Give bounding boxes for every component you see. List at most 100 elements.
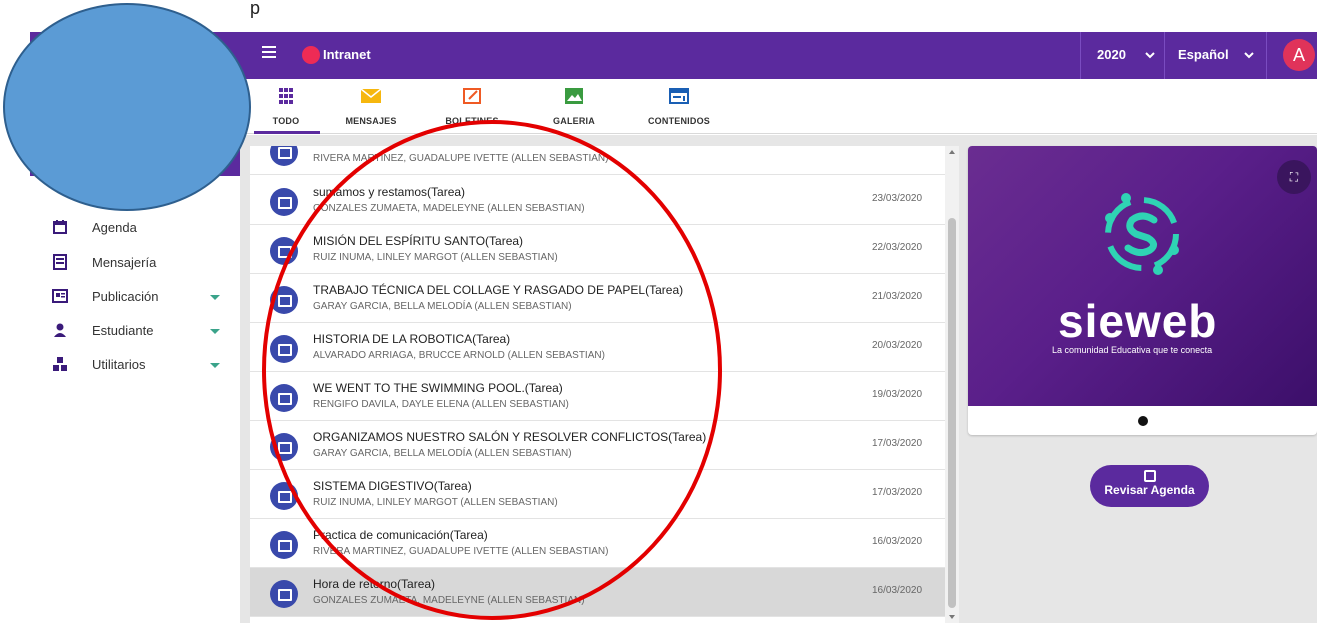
fullscreen-icon[interactable]: ⛶ xyxy=(1277,160,1311,194)
chevron-down-icon[interactable] xyxy=(1144,49,1156,61)
list-item[interactable]: Hora de retorno(Tarea) GONZALES ZUMAETA,… xyxy=(250,568,945,617)
envelope-icon xyxy=(360,88,382,103)
sidebar-item-mensajeria[interactable]: Mensajería xyxy=(52,252,156,272)
item-title: TRABAJO TÉCNICA DEL COLLAGE Y RASGADO DE… xyxy=(313,283,684,297)
tab-label: MENSAJES xyxy=(345,116,397,126)
newspaper-icon xyxy=(52,289,68,303)
language-select[interactable]: Español xyxy=(1178,47,1229,62)
sidebar-item-agenda[interactable]: Agenda xyxy=(52,217,137,237)
content-icon xyxy=(270,580,298,608)
list-item[interactable]: HISTORIA DE LA ROBOTICA(Tarea) ALVARADO … xyxy=(250,323,945,372)
item-date: 21/03/2020 xyxy=(872,291,923,302)
calendar-icon xyxy=(1143,470,1156,482)
item-author: RUIZ INUMA, LINLEY MARGOT (ALLEN SEBASTI… xyxy=(313,497,558,508)
menu-icon[interactable] xyxy=(262,46,276,64)
content-icon xyxy=(270,188,298,216)
sidebar-item-label: Agenda xyxy=(92,219,137,235)
list-item[interactable]: RIVERA MARTINEZ, GUADALUPE IVETTE (ALLEN… xyxy=(250,146,945,175)
tab-boletines[interactable]: BOLETINES xyxy=(436,87,508,126)
grid-icon xyxy=(279,88,293,104)
avatar[interactable]: A xyxy=(1283,39,1315,71)
sidebar-item-estudiante[interactable]: Estudiante xyxy=(52,320,153,340)
task-list: RIVERA MARTINEZ, GUADALUPE IVETTE (ALLEN… xyxy=(250,146,945,623)
item-title: HISTORIA DE LA ROBOTICA(Tarea) xyxy=(313,332,511,346)
item-title: sumamos y restamos(Tarea) xyxy=(313,185,466,199)
cropped-text: p xyxy=(250,0,261,18)
item-date: 20/03/2020 xyxy=(872,340,923,351)
tab-galeria[interactable]: GALERIA xyxy=(548,87,600,126)
item-date: 17/03/2020 xyxy=(872,487,923,498)
sidebar-item-label: Estudiante xyxy=(92,322,154,338)
item-author: ALVARADO ARRIAGA, BRUCCE ARNOLD (ALLEN S… xyxy=(313,350,605,361)
content-icon xyxy=(669,88,689,104)
scroll-up-icon[interactable] xyxy=(949,150,955,154)
item-author: RIVERA MARTINEZ, GUADALUPE IVETTE (ALLEN… xyxy=(313,153,609,164)
student-icon xyxy=(54,323,66,337)
item-author: GONZALES ZUMAETA, MADELEYNE (ALLEN SEBAS… xyxy=(313,203,585,214)
content-icon xyxy=(270,433,298,461)
item-date: 16/03/2020 xyxy=(872,536,923,547)
carousel-indicator[interactable] xyxy=(1138,416,1148,426)
content-icon xyxy=(270,237,298,265)
item-title: Practica de comunicación(Tarea) xyxy=(313,528,488,542)
scroll-down-icon[interactable] xyxy=(949,615,955,619)
chevron-down-icon[interactable] xyxy=(1243,49,1255,61)
divider xyxy=(1266,32,1267,79)
content-icon xyxy=(270,384,298,412)
banner-carousel: ⛶ sieweb La comunidad Educativa que te c… xyxy=(968,146,1317,435)
item-title: Hora de retorno(Tarea) xyxy=(313,577,436,591)
divider xyxy=(1164,32,1165,79)
expand-caret-icon[interactable] xyxy=(210,329,220,334)
content-icon xyxy=(270,146,298,166)
item-author: GARAY GARCIA, BELLA MELODÍA (ALLEN SEBAS… xyxy=(313,448,572,459)
calendar-icon xyxy=(53,220,67,234)
review-agenda-button[interactable]: Revisar Agenda xyxy=(1090,465,1209,507)
redaction-ellipse xyxy=(3,3,251,211)
year-select[interactable]: 2020 xyxy=(1097,47,1126,62)
list-scrollbar[interactable] xyxy=(945,146,959,623)
item-date: 16/03/2020 xyxy=(872,585,923,596)
item-author: RENGIFO DAVILA, DAYLE ELENA (ALLEN SEBAS… xyxy=(313,399,569,410)
list-item[interactable]: Practica de comunicación(Tarea) RIVERA M… xyxy=(250,519,945,568)
tab-mensajes[interactable]: MENSAJES xyxy=(336,87,406,126)
app-title: Intranet xyxy=(323,47,371,62)
tab-todo[interactable]: TODO xyxy=(258,87,314,126)
review-agenda-label: Revisar Agenda xyxy=(1104,483,1195,497)
tools-icon xyxy=(53,357,67,371)
tab-contenidos[interactable]: CONTENIDOS xyxy=(640,87,718,126)
image-icon xyxy=(565,88,583,104)
page: p Intranet 2020 Español A TODO MENSAJES … xyxy=(0,0,1317,623)
item-date: 17/03/2020 xyxy=(872,438,923,449)
sidebar-item-publicacion[interactable]: Publicación xyxy=(52,286,159,306)
intranet-logo-icon xyxy=(302,46,320,64)
brand-tagline: La comunidad Educativa que te conecta xyxy=(1052,345,1213,355)
list-item[interactable]: TRABAJO TÉCNICA DEL COLLAGE Y RASGADO DE… xyxy=(250,274,945,323)
item-author: GARAY GARCIA, BELLA MELODÍA (ALLEN SEBAS… xyxy=(313,301,572,312)
edit-icon xyxy=(463,88,481,104)
active-tab-indicator xyxy=(254,131,320,134)
scrollbar-thumb[interactable] xyxy=(948,218,956,608)
expand-caret-icon[interactable] xyxy=(210,363,220,368)
list-item[interactable]: ORGANIZAMOS NUESTRO SALÓN Y RESOLVER CON… xyxy=(250,421,945,470)
tab-label: TODO xyxy=(272,116,300,126)
content-icon xyxy=(270,482,298,510)
banner-image: ⛶ sieweb La comunidad Educativa que te c… xyxy=(968,146,1317,406)
tab-label: CONTENIDOS xyxy=(647,116,710,126)
list-item[interactable]: sumamos y restamos(Tarea) GONZALES ZUMAE… xyxy=(250,176,945,225)
sidebar-item-utilitarios[interactable]: Utilitarios xyxy=(52,354,145,374)
list-item[interactable]: SISTEMA DIGESTIVO(Tarea) RUIZ INUMA, LIN… xyxy=(250,470,945,519)
item-date: 19/03/2020 xyxy=(872,389,923,400)
expand-caret-icon[interactable] xyxy=(210,295,220,300)
content-icon xyxy=(270,531,298,559)
list-item[interactable]: MISIÓN DEL ESPÍRITU SANTO(Tarea) RUIZ IN… xyxy=(250,225,945,274)
sidebar-item-label: Utilitarios xyxy=(92,356,146,372)
item-author: GONZALES ZUMAETA, MADELEYNE (ALLEN SEBAS… xyxy=(313,595,585,606)
content-icon xyxy=(270,286,298,314)
item-title: SISTEMA DIGESTIVO(Tarea) xyxy=(313,479,472,493)
item-author: RUIZ INUMA, LINLEY MARGOT (ALLEN SEBASTI… xyxy=(313,252,558,263)
item-title: ORGANIZAMOS NUESTRO SALÓN Y RESOLVER CON… xyxy=(313,430,707,444)
list-item[interactable]: WE WENT TO THE SWIMMING POOL.(Tarea) REN… xyxy=(250,372,945,421)
item-date: 22/03/2020 xyxy=(872,242,923,253)
divider xyxy=(1080,32,1081,79)
item-author: RIVERA MARTINEZ, GUADALUPE IVETTE (ALLEN… xyxy=(313,546,609,557)
